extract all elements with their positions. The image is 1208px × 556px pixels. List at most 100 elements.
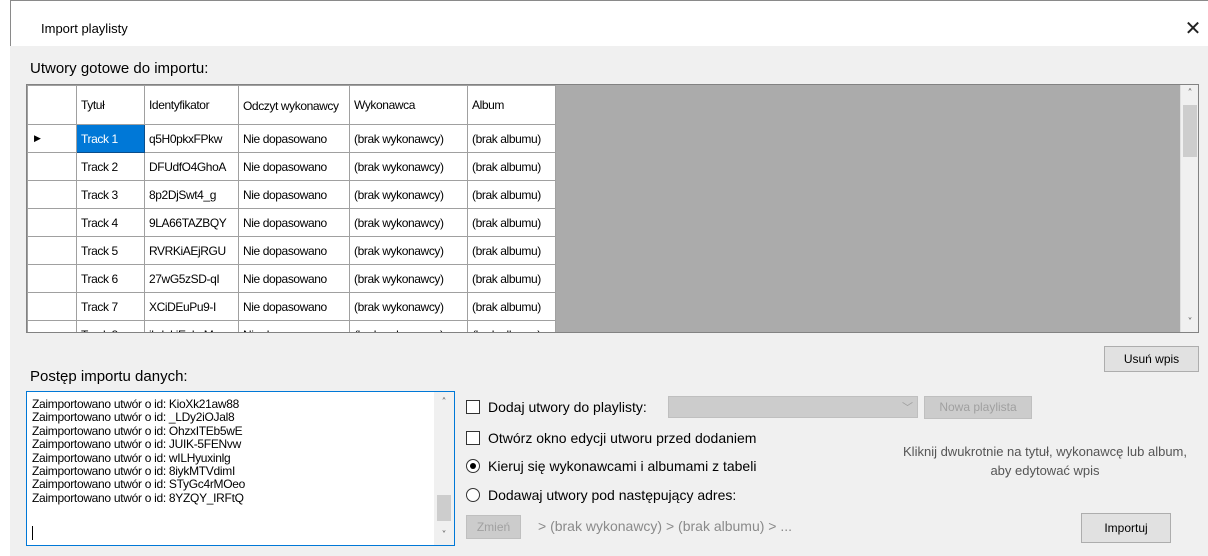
tracks-grid[interactable]: Tytuł Identyfikator Odczyt wykonawcy Wyk…	[26, 84, 1199, 333]
use-address-label: Dodawaj utwory pod następujący adres:	[488, 487, 737, 503]
cell-identifier[interactable]: q5H0pkxFPkw	[144, 124, 239, 153]
use-table-radio[interactable]: Kieruj się wykonawcami i albumami z tabe…	[466, 458, 756, 474]
cell-title[interactable]: Track 6	[76, 264, 145, 293]
cell-title[interactable]: Track 4	[76, 208, 145, 237]
cell-artist[interactable]: (brak wykonawcy)	[349, 180, 468, 209]
column-header-title[interactable]: Tytuł	[76, 85, 145, 125]
cell-identifier[interactable]: XCiDEuPu9-I	[144, 292, 239, 321]
table-row[interactable]: Track 4 9LA66TAZBQY Nie dopasowano (brak wy…	[27, 208, 556, 237]
cell-artist[interactable]: (brak wykonawcy)	[349, 292, 468, 321]
cell-title[interactable]: Track 8	[76, 320, 145, 332]
import-log-scroll-thumb[interactable]	[437, 495, 451, 521]
cell-artist[interactable]: (brak wykonawcy)	[349, 320, 468, 332]
table-row[interactable]: Track 2 DFUdfO4GhoA Nie dopasowano (brak wy…	[27, 152, 556, 181]
cell-identifier[interactable]: RVRKiAEjRGU	[144, 236, 239, 265]
cell-album[interactable]: (brak albumu)	[467, 208, 556, 237]
target-path: > (brak wykonawcy) > (brak albumu) > ...	[538, 518, 793, 534]
cell-identifier[interactable]: 27wG5zSD-qI	[144, 264, 239, 293]
title-bar: Import playlisty ✕	[10, 0, 1208, 46]
chevron-up-icon[interactable]: ˄	[1181, 85, 1198, 103]
cell-artist[interactable]: (brak wykonawcy)	[349, 124, 468, 153]
use-address-radio[interactable]: Dodawaj utwory pod następujący adres:	[466, 487, 736, 503]
row-header[interactable]	[27, 180, 77, 209]
cell-artist-read[interactable]: Nie dopasowano	[238, 264, 350, 293]
cell-artist-read[interactable]: Nie dopasowano	[238, 320, 350, 332]
tracks-grid-scroll-thumb[interactable]	[1183, 105, 1197, 157]
cell-identifier[interactable]: ihdpkjEukaM	[144, 320, 239, 332]
cell-identifier[interactable]: DFUdfO4GhoA	[144, 152, 239, 181]
window-title: Import playlisty	[41, 21, 128, 36]
cell-album[interactable]: (brak albumu)	[467, 124, 556, 153]
cell-artist[interactable]: (brak wykonawcy)	[349, 152, 468, 181]
cell-album[interactable]: (brak albumu)	[467, 320, 556, 332]
cell-artist-read[interactable]: Nie dopasowano	[238, 292, 350, 321]
table-row[interactable]: Track 7 XCiDEuPu9-I Nie dopasowano (brak wy…	[27, 292, 556, 321]
cell-title[interactable]: Track 7	[76, 292, 145, 321]
change-address-button[interactable]: Zmień	[466, 515, 521, 539]
tracks-header-row: Tytuł Identyfikator Odczyt wykonawcy Wyk…	[27, 85, 556, 125]
row-header[interactable]	[27, 264, 77, 293]
add-to-playlist-checkbox[interactable]: Dodaj utwory do playlisty:	[466, 399, 647, 415]
cell-title[interactable]: Track 5	[76, 236, 145, 265]
remove-entry-button[interactable]: Usuń wpis	[1104, 346, 1199, 372]
cell-album[interactable]: (brak albumu)	[467, 292, 556, 321]
column-header-album[interactable]: Album	[467, 85, 556, 125]
table-row[interactable]: Track 6 27wG5zSD-qI Nie dopasowano (brak wy…	[27, 264, 556, 293]
progress-section-label: Postęp importu danych:	[30, 368, 188, 385]
row-header[interactable]	[27, 208, 77, 237]
cell-identifier[interactable]: 8p2DjSwt4_g	[144, 180, 239, 209]
cell-artist[interactable]: (brak wykonawcy)	[349, 236, 468, 265]
open-editor-checkbox[interactable]: Otwórz okno edycji utworu przed dodaniem	[466, 430, 756, 446]
tracks-grid-scrollbar[interactable]: ˄ ˅	[1180, 85, 1198, 332]
column-header-artist[interactable]: Wykonawca	[349, 85, 468, 125]
checkbox-unchecked-icon[interactable]	[466, 400, 480, 414]
row-header-corner	[27, 85, 77, 125]
text-cursor	[32, 526, 33, 540]
row-header[interactable]	[27, 292, 77, 321]
log-line: Zaimportowano utwór o id: KioXk21aw88	[32, 397, 240, 411]
radio-unselected-icon[interactable]	[466, 488, 480, 502]
playlist-select[interactable]: ﹀	[668, 396, 918, 418]
import-log-scrollbar[interactable]: ˄ ˅	[434, 392, 454, 545]
current-row-arrow-icon[interactable]: ▶	[27, 124, 77, 153]
row-header[interactable]	[27, 236, 77, 265]
cell-artist-read[interactable]: Nie dopasowano	[238, 152, 350, 181]
table-row[interactable]: Track 8ihdpkjEukaMNie dopasowano(brak wy…	[27, 320, 556, 332]
cell-title[interactable]: Track 1	[76, 124, 145, 153]
cell-artist[interactable]: (brak wykonawcy)	[349, 264, 468, 293]
chevron-up-icon[interactable]: ˄	[434, 394, 454, 412]
close-icon[interactable]: ✕	[1178, 13, 1208, 43]
table-row[interactable]: Track 5 RVRKiAEjRGU Nie dopasowano (brak wy…	[27, 236, 556, 265]
cell-title[interactable]: Track 2	[76, 152, 145, 181]
chevron-down-icon[interactable]: ˅	[434, 527, 454, 545]
cell-artist[interactable]: (brak wykonawcy)	[349, 208, 468, 237]
new-playlist-button[interactable]: Nowa playlista	[924, 396, 1032, 419]
table-row[interactable]: Track 3 8p2DjSwt4_g Nie dopasowano (brak wy…	[27, 180, 556, 209]
cell-album[interactable]: (brak albumu)	[467, 152, 556, 181]
import-button[interactable]: Importuj	[1081, 513, 1171, 543]
chevron-down-icon[interactable]: ˅	[1181, 314, 1198, 332]
checkbox-unchecked-icon[interactable]	[466, 431, 480, 445]
chevron-down-icon[interactable]: ﹀	[902, 399, 913, 415]
cell-artist-read[interactable]: Nie dopasowano	[238, 236, 350, 265]
log-line: Zaimportowano utwór o id: wILHyuxinlg	[32, 450, 231, 465]
cell-album[interactable]: (brak albumu)	[467, 236, 556, 265]
import-log-lines: Zaimportowano utwór o id: KioXk21aw88 Zai…	[32, 397, 245, 505]
tracks-table-body: ▶ Track 1 q5H0pkxFPkw Nie dopasowano (brak w…	[27, 124, 556, 332]
import-progress-log[interactable]: Zaimportowano utwór o id: KioXk21aw88 Zai…	[26, 391, 455, 546]
tracks-section-label: Utwory gotowe do importu:	[30, 60, 209, 77]
add-to-playlist-label: Dodaj utwory do playlisty:	[488, 399, 647, 415]
column-header-artist-read[interactable]: Odczyt wykonawcy	[238, 85, 350, 125]
cell-artist-read[interactable]: Nie dopasowano	[238, 124, 350, 153]
cell-album[interactable]: (brak albumu)	[467, 180, 556, 209]
row-header[interactable]	[27, 320, 77, 332]
column-header-identifier[interactable]: Identyfikator	[144, 85, 239, 125]
cell-identifier[interactable]: 9LA66TAZBQY	[144, 208, 239, 237]
cell-title[interactable]: Track 3	[76, 180, 145, 209]
cell-artist-read[interactable]: Nie dopasowano	[238, 180, 350, 209]
radio-selected-icon[interactable]	[466, 459, 480, 473]
table-row[interactable]: ▶ Track 1 q5H0pkxFPkw Nie dopasowano (brak w…	[27, 124, 556, 153]
cell-artist-read[interactable]: Nie dopasowano	[238, 208, 350, 237]
row-header[interactable]	[27, 152, 77, 181]
cell-album[interactable]: (brak albumu)	[467, 264, 556, 293]
